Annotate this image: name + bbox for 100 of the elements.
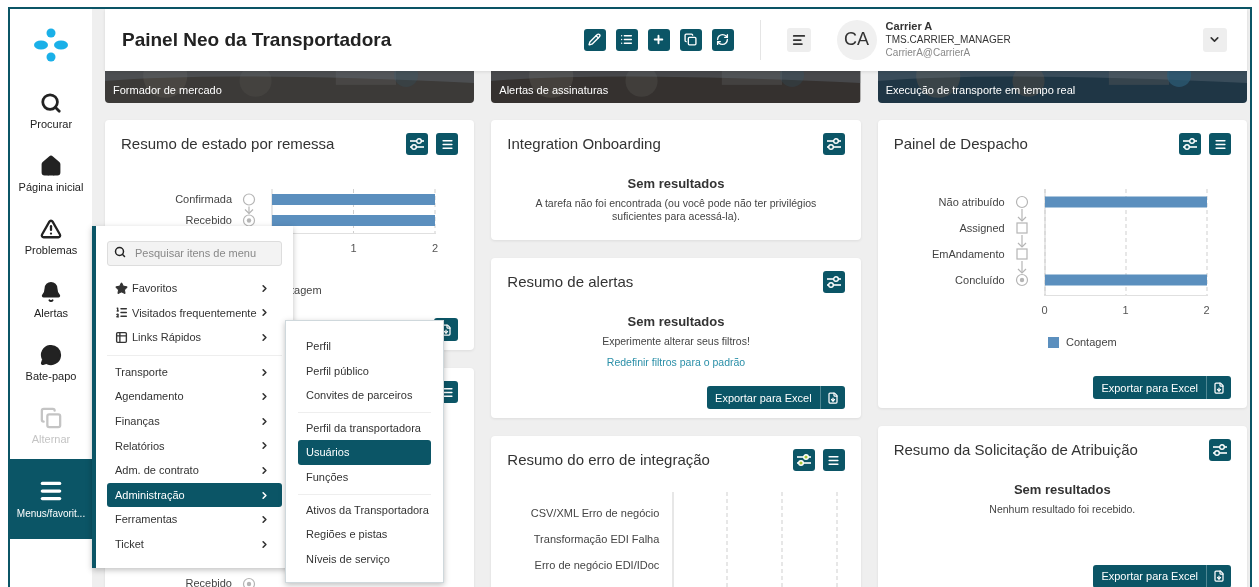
sliders-icon — [826, 138, 841, 151]
axis-tick-label: 1 — [350, 243, 357, 255]
menu-item[interactable]: Finanças — [107, 408, 282, 434]
numbered-list-icon — [115, 306, 128, 320]
star-icon — [115, 281, 128, 295]
chevron-right-icon — [259, 391, 270, 403]
category-label: CSV/XML Erro de negócio — [530, 506, 660, 522]
sliders-icon — [1213, 444, 1227, 457]
list-button[interactable] — [436, 133, 459, 156]
chevron-right-icon — [259, 415, 270, 427]
empty-heading: Sem resultados — [627, 313, 725, 332]
pencil-icon — [588, 33, 602, 47]
submenu-item[interactable]: Convites de parceiros — [298, 383, 431, 408]
nav-item[interactable]: Menus/favorit... — [10, 459, 92, 539]
menu-item[interactable]: Adm. de contrato — [107, 458, 282, 483]
export-button[interactable]: Exportar para Excel — [1093, 565, 1231, 587]
menu-item[interactable]: Favoritos — [107, 276, 282, 301]
banner-caption: Execução de transporte em tempo real — [884, 85, 1077, 99]
sliders-icon — [410, 138, 425, 151]
nav-item[interactable]: Alertas — [10, 270, 92, 333]
warning-icon — [40, 218, 62, 241]
category-label: Confirmada — [175, 194, 232, 206]
menu-item[interactable]: Visitados frequentemente — [107, 300, 282, 326]
chevron-right-icon — [259, 440, 270, 452]
axis-tick-label: 2 — [1203, 305, 1210, 317]
nav-item[interactable]: Procurar — [10, 81, 92, 144]
nav-item[interactable]: Página inicial — [10, 144, 92, 207]
category-label: Concluído — [955, 274, 1005, 286]
menu-icon — [440, 137, 454, 151]
nav-item[interactable]: Bate-papo — [10, 333, 92, 396]
chevron-right-icon — [259, 514, 270, 526]
filter-button[interactable] — [792, 449, 815, 472]
menu-item[interactable]: Links Rápidos — [107, 325, 282, 350]
search-icon — [40, 92, 62, 115]
user-login: CarrierA@CarrierA — [885, 46, 972, 60]
axis-tick-label: 0 — [1041, 305, 1048, 317]
toolbar-button[interactable] — [583, 28, 606, 51]
plus-icon — [652, 33, 666, 47]
menu-item[interactable]: Ferramentas — [107, 507, 282, 532]
file-download-icon — [826, 391, 839, 404]
submenu-item[interactable]: Funções — [298, 464, 431, 490]
menu-search-field[interactable]: Pesquisar itens de menu — [107, 240, 282, 266]
list-button[interactable] — [1209, 133, 1231, 156]
copy-icon — [684, 33, 698, 47]
menu-item[interactable]: Agendamento — [107, 384, 282, 409]
toolbar-button[interactable] — [647, 28, 670, 51]
table-icon — [115, 331, 128, 344]
chevron-right-icon — [259, 489, 270, 501]
export-button[interactable]: Exportar para Excel — [1093, 376, 1231, 400]
category-label: Recebido — [185, 215, 232, 227]
legend-swatch — [1047, 337, 1059, 349]
menu-item[interactable]: Transporte — [107, 359, 282, 385]
menu-button[interactable] — [786, 27, 811, 52]
toolbar-button[interactable] — [615, 28, 638, 51]
list-button[interactable] — [822, 449, 845, 472]
submenu-item[interactable]: Perfil público — [298, 358, 431, 384]
banner-caption: Alertas de assinaturas — [498, 85, 610, 99]
page-title: Painel Neo da Transportadora — [122, 27, 392, 52]
card-title: Resumo de estado por remessa — [121, 134, 335, 155]
user-role: TMS.CARRIER_MANAGER — [885, 33, 1011, 47]
reset-filters-link[interactable]: Redefinir filtros para o padrão — [606, 354, 746, 371]
chevron-right-icon — [259, 366, 270, 378]
category-label: EmAndamento — [931, 248, 1005, 260]
legend-label: Contagem — [1065, 335, 1117, 351]
refresh-icon — [716, 33, 730, 47]
chat-bubble-icon — [40, 344, 62, 367]
axis-tick-label: 1 — [1122, 305, 1129, 317]
search-icon — [114, 246, 126, 258]
toolbar-button[interactable] — [711, 28, 734, 51]
file-download-icon — [1213, 381, 1225, 394]
filter-button[interactable] — [406, 133, 429, 156]
sliders-icon — [1183, 138, 1197, 151]
category-label: Transformação EDI Falha — [533, 532, 660, 548]
nav-item[interactable]: Problemas — [10, 207, 92, 270]
category-label: Erro de negócio EDI/IDoc — [534, 558, 660, 574]
submenu-item[interactable]: Ativos da Transportadora — [298, 497, 431, 523]
empty-heading: Sem resultados — [1013, 481, 1111, 500]
filter-button[interactable] — [822, 133, 845, 156]
menu-item[interactable]: Administração — [107, 482, 282, 508]
submenu-item[interactable]: Perfil da transportadora — [298, 415, 431, 441]
user-dropdown-button[interactable] — [1203, 27, 1227, 52]
sliders-icon — [826, 276, 841, 289]
filter-button[interactable] — [822, 271, 845, 294]
empty-message: Nenhum resultado foi recebido. — [989, 502, 1136, 516]
category-label: Não atribuído — [938, 196, 1005, 208]
filter-button[interactable] — [1209, 439, 1231, 462]
toolbar-button[interactable] — [679, 28, 702, 51]
card-title: Painel de Despacho — [893, 134, 1028, 155]
submenu-item[interactable]: Níveis de serviço — [298, 546, 431, 572]
category-label: Recebido — [185, 576, 232, 587]
empty-message: A tarefa não foi encontrada (ou você pode não ter privilégios suficientes para acessá-la). — [534, 196, 818, 223]
menu-icon — [791, 32, 806, 47]
filter-button[interactable] — [1179, 133, 1201, 156]
submenu-item[interactable]: Regiões e pistas — [298, 522, 431, 547]
card-title: Integration Onboarding — [507, 134, 661, 155]
submenu-item[interactable]: Perfil — [298, 334, 431, 359]
menu-item[interactable]: Relatórios — [107, 433, 282, 459]
export-button[interactable]: Exportar para Excel — [707, 386, 845, 410]
submenu-item[interactable]: Usuários — [298, 440, 431, 465]
menu-item[interactable]: Ticket — [107, 531, 282, 557]
